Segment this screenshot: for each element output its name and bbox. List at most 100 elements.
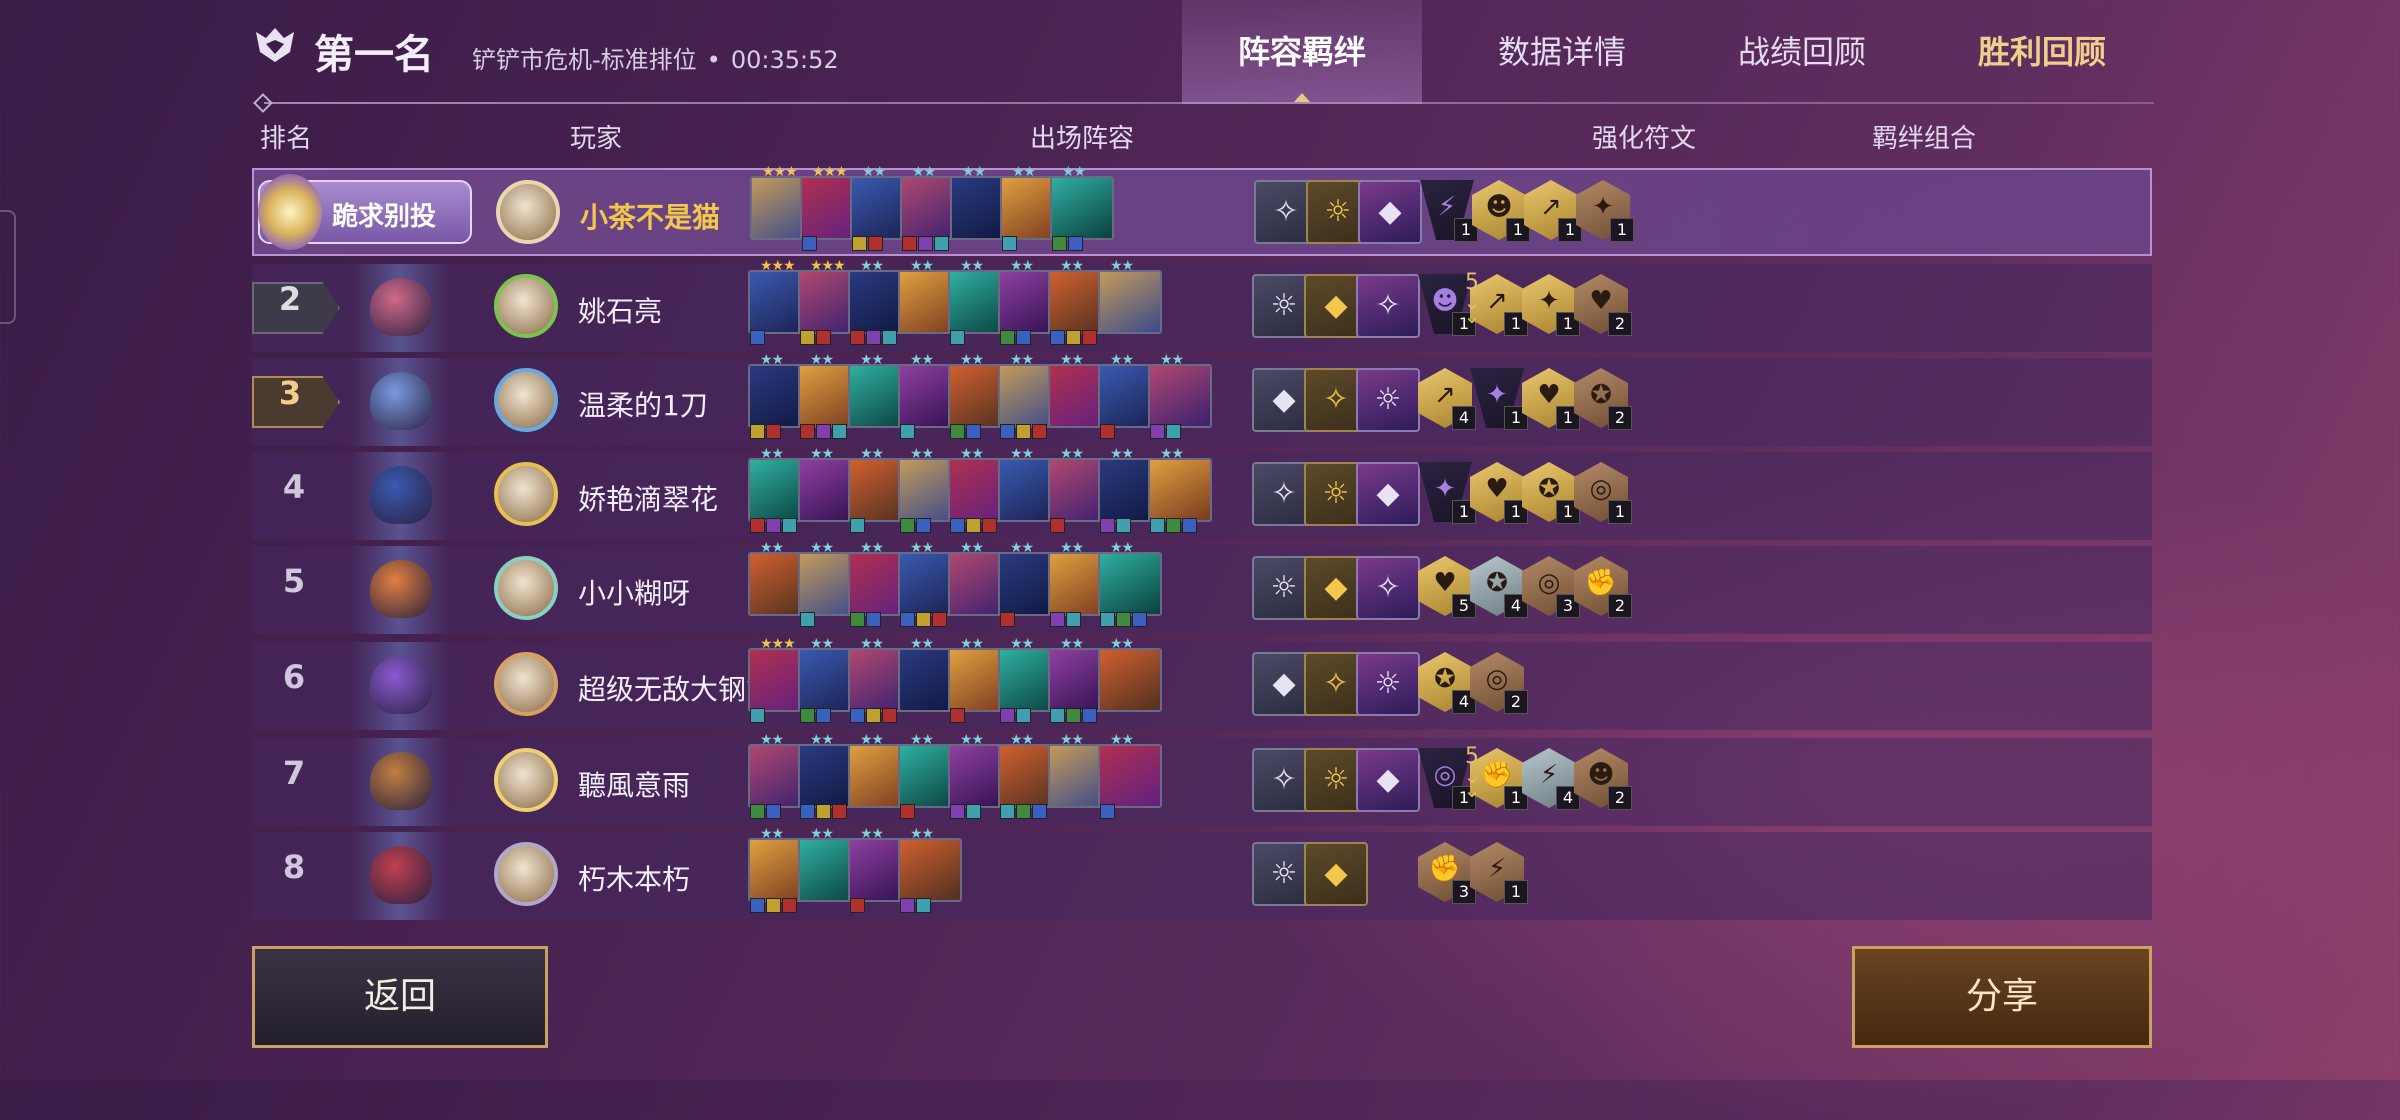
item-icon[interactable] bbox=[1132, 612, 1147, 627]
item-icon[interactable] bbox=[916, 518, 931, 533]
back-button[interactable]: 返回 bbox=[252, 946, 548, 1048]
item-icon[interactable] bbox=[750, 330, 765, 345]
player-row[interactable]: 4 娇艳滴翠花 ★★ ★★ ★★ ★★ ★★ ★★ ★★ ★★ ★★ ✧ ☼ ◆ ✦ 1 ♥ 1 ✪ 1 ◎ 1 bbox=[252, 446, 2152, 540]
player-name[interactable]: 娇艳滴翠花 bbox=[578, 478, 718, 518]
item-icon[interactable] bbox=[966, 424, 981, 439]
avatar[interactable] bbox=[494, 748, 558, 812]
item-icon[interactable] bbox=[800, 804, 815, 819]
item-icon[interactable] bbox=[966, 518, 981, 533]
item-icon[interactable] bbox=[1100, 612, 1115, 627]
item-icon[interactable] bbox=[766, 804, 781, 819]
augment-icon[interactable]: ◆ bbox=[1304, 842, 1368, 906]
item-icon[interactable] bbox=[1000, 708, 1015, 723]
item-icon[interactable] bbox=[950, 804, 965, 819]
champion-icon[interactable]: ★★ bbox=[1148, 352, 1212, 439]
item-icon[interactable] bbox=[1116, 612, 1131, 627]
item-icon[interactable] bbox=[750, 898, 765, 913]
item-icon[interactable] bbox=[882, 330, 897, 345]
item-icon[interactable] bbox=[1016, 330, 1031, 345]
champion-icon[interactable]: ★★ bbox=[1098, 636, 1162, 712]
avatar[interactable] bbox=[494, 368, 558, 432]
item-icon[interactable] bbox=[900, 612, 915, 627]
item-icon[interactable] bbox=[1000, 804, 1015, 819]
augment-icon[interactable]: ✧ bbox=[1356, 274, 1420, 338]
item-icon[interactable] bbox=[1166, 518, 1181, 533]
item-icon[interactable] bbox=[850, 708, 865, 723]
item-icon[interactable] bbox=[800, 330, 815, 345]
item-icon[interactable] bbox=[950, 424, 965, 439]
item-icon[interactable] bbox=[900, 424, 915, 439]
item-icon[interactable] bbox=[766, 424, 781, 439]
item-icon[interactable] bbox=[766, 518, 781, 533]
player-row[interactable]: 3 温柔的1刀 ★★ ★★ ★★ ★★ ★★ ★★ ★★ ★★ ★★ ◆ ✧ ☼ ↗ 4 ✦ 1 ♥ 1 ✪ 2 bbox=[252, 352, 2152, 446]
avatar[interactable] bbox=[496, 180, 560, 244]
item-icon[interactable] bbox=[1182, 518, 1197, 533]
item-icon[interactable] bbox=[950, 518, 965, 533]
item-icon[interactable] bbox=[800, 424, 815, 439]
item-icon[interactable] bbox=[950, 708, 965, 723]
item-icon[interactable] bbox=[932, 612, 947, 627]
item-icon[interactable] bbox=[1150, 518, 1165, 533]
tab-records[interactable]: 战绩回顾 bbox=[1692, 0, 1912, 104]
player-name[interactable]: 朽木本朽 bbox=[578, 858, 690, 898]
augment-icon[interactable]: ◆ bbox=[1358, 180, 1422, 244]
augment-icon[interactable]: ◆ bbox=[1356, 748, 1420, 812]
champion-icon[interactable]: ★★ bbox=[1098, 732, 1162, 819]
item-icon[interactable] bbox=[850, 330, 865, 345]
item-icon[interactable] bbox=[966, 804, 981, 819]
more-traits-toggle[interactable]: 5 ⌄ ⌄ bbox=[1452, 270, 1492, 326]
item-icon[interactable] bbox=[1100, 804, 1115, 819]
item-icon[interactable] bbox=[1032, 424, 1047, 439]
item-icon[interactable] bbox=[1066, 708, 1081, 723]
item-icon[interactable] bbox=[782, 898, 797, 913]
item-icon[interactable] bbox=[766, 898, 781, 913]
item-icon[interactable] bbox=[1000, 612, 1015, 627]
item-icon[interactable] bbox=[882, 708, 897, 723]
item-icon[interactable] bbox=[850, 612, 865, 627]
item-icon[interactable] bbox=[900, 804, 915, 819]
share-button[interactable]: 分享 bbox=[1852, 946, 2152, 1048]
augment-icon[interactable]: ☼ bbox=[1356, 368, 1420, 432]
item-icon[interactable] bbox=[816, 708, 831, 723]
item-icon[interactable] bbox=[1016, 804, 1031, 819]
item-icon[interactable] bbox=[1050, 708, 1065, 723]
tab-victory-review[interactable]: 胜利回顾 bbox=[1932, 0, 2152, 104]
item-icon[interactable] bbox=[1150, 424, 1165, 439]
item-icon[interactable] bbox=[1032, 804, 1047, 819]
item-icon[interactable] bbox=[850, 518, 865, 533]
item-icon[interactable] bbox=[832, 804, 847, 819]
item-icon[interactable] bbox=[1050, 518, 1065, 533]
item-icon[interactable] bbox=[1050, 612, 1065, 627]
side-handle[interactable] bbox=[0, 210, 16, 324]
champion-icon[interactable]: ★★ bbox=[898, 826, 962, 913]
item-icon[interactable] bbox=[802, 236, 817, 251]
player-row[interactable]: 2 姚石亮 ★★★ ★★★ ★★ ★★ ★★ ★★ ★★ ★★ ☼ ◆ ✧ ☻ 1 ↗ 1 ✦ 1 ♥ 2 5 ⌄ ⌄ bbox=[252, 258, 2152, 352]
item-icon[interactable] bbox=[918, 236, 933, 251]
item-icon[interactable] bbox=[934, 236, 949, 251]
avatar[interactable] bbox=[494, 556, 558, 620]
item-icon[interactable] bbox=[1066, 330, 1081, 345]
item-icon[interactable] bbox=[1100, 424, 1115, 439]
item-icon[interactable] bbox=[1002, 236, 1017, 251]
champion-icon[interactable]: ★★ bbox=[1148, 446, 1212, 533]
item-icon[interactable] bbox=[1068, 236, 1083, 251]
item-icon[interactable] bbox=[816, 330, 831, 345]
item-icon[interactable] bbox=[866, 330, 881, 345]
player-row[interactable]: 8 朽木本朽 ★★ ★★ ★★ ★★ ☼ ◆ ✊ 3 ⚡ 1 bbox=[252, 826, 2152, 920]
player-row[interactable]: 5 小小糊呀 ★★ ★★ ★★ ★★ ★★ ★★ ★★ ★★ ☼ ◆ ✧ ♥ 5 ✪ 4 ◎ 3 ✊ 2 bbox=[252, 540, 2152, 634]
item-icon[interactable] bbox=[868, 236, 883, 251]
item-icon[interactable] bbox=[750, 708, 765, 723]
item-icon[interactable] bbox=[850, 898, 865, 913]
tab-lineup[interactable]: 阵容羁绊 bbox=[1182, 0, 1422, 104]
item-icon[interactable] bbox=[1082, 330, 1097, 345]
item-icon[interactable] bbox=[1100, 518, 1115, 533]
item-icon[interactable] bbox=[900, 898, 915, 913]
player-name[interactable]: 小茶不是猫 bbox=[580, 196, 720, 236]
avatar[interactable] bbox=[494, 652, 558, 716]
tab-stats[interactable]: 数据详情 bbox=[1452, 0, 1672, 104]
champion-icon[interactable]: ★★ bbox=[1050, 164, 1114, 251]
avatar[interactable] bbox=[494, 274, 558, 338]
item-icon[interactable] bbox=[750, 804, 765, 819]
item-icon[interactable] bbox=[750, 424, 765, 439]
item-icon[interactable] bbox=[1000, 330, 1015, 345]
